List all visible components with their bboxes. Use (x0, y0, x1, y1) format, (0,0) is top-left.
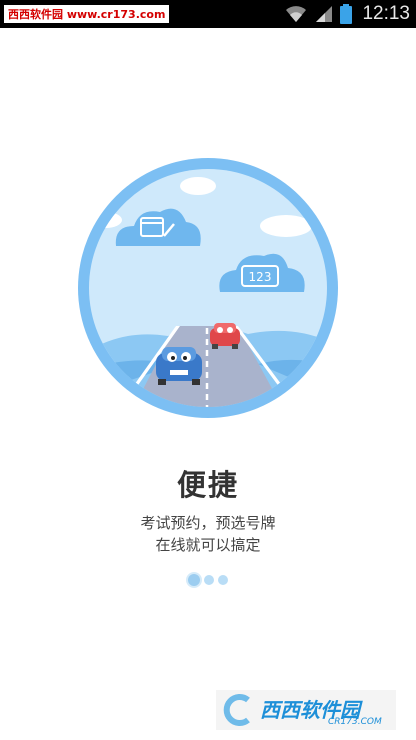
status-right: 12:13 (284, 0, 410, 28)
subtitle-line-2: 在线就可以搞定 (155, 536, 261, 554)
wifi-icon (286, 6, 307, 22)
blue-car (156, 347, 202, 385)
cloud-top-small (180, 177, 216, 195)
convenience-illustration: 123 (78, 158, 338, 418)
subtitle-line-1: 考试预约，预选号牌 (140, 514, 276, 532)
signal-icon (316, 6, 333, 22)
status-bar: 西西软件园 www.cr173.com 12:13 (0, 0, 416, 28)
page-dot-2[interactable] (204, 575, 214, 585)
page-dot-1[interactable] (188, 574, 200, 586)
watermark-domain: CR173.COM (328, 717, 382, 727)
site-watermark: 西西软件园 www.cr173.com (4, 5, 170, 23)
cloud-right-small (260, 215, 312, 237)
status-left: 西西软件园 www.cr173.com (4, 4, 170, 24)
page-dot-3[interactable] (218, 575, 228, 585)
red-car (210, 323, 240, 349)
plate-number: 123 (249, 270, 272, 284)
battery-icon (340, 4, 353, 24)
watermark-c-icon (223, 694, 250, 726)
page-title: 便捷 (176, 468, 239, 502)
status-clock: 12:13 (362, 3, 410, 24)
watermark-logo: 西西软件园 CR173.COM (216, 690, 396, 730)
page-indicator (0, 574, 416, 586)
